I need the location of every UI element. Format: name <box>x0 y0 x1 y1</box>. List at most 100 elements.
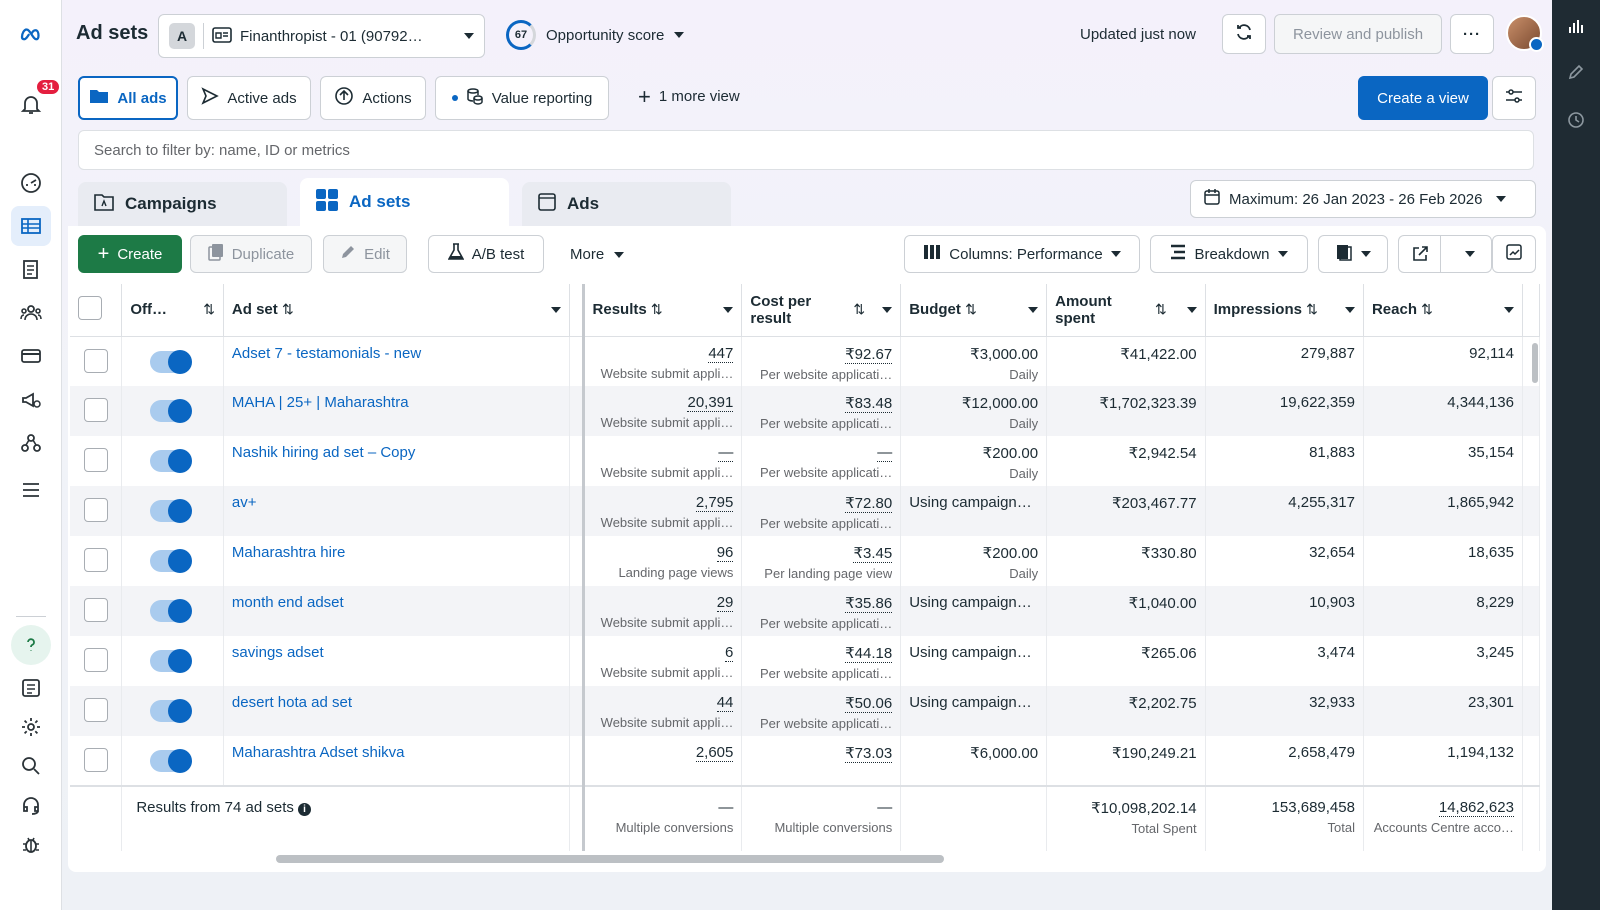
row-checkbox[interactable] <box>83 748 108 772</box>
row-status-toggle[interactable] <box>150 649 193 673</box>
table-row[interactable]: savings adset 6 Website submit appli… ₹44.1… <box>70 636 1540 686</box>
col-results[interactable]: Results ⇅ <box>583 284 743 337</box>
col-impressions[interactable]: Impressions ⇅ <box>1205 284 1364 337</box>
chevron-down-icon[interactable] <box>723 306 734 313</box>
adset-name-link[interactable]: av+ <box>232 494 257 511</box>
row-checkbox[interactable] <box>83 598 108 622</box>
audiences-icon[interactable] <box>11 293 51 333</box>
sort-icon[interactable]: ⇅ <box>651 301 663 317</box>
cpr-value[interactable]: ₹50.06 <box>845 695 893 713</box>
table-row[interactable]: Maharashtra Adset shikva 2,605 ₹73.03 ₹6,00… <box>70 736 1540 786</box>
adset-name-link[interactable]: Nashik hiring ad set – Copy <box>232 444 415 461</box>
vertical-scrollbar[interactable] <box>1532 343 1538 383</box>
settings-gear-icon[interactable] <box>11 707 51 747</box>
view-actions[interactable]: Actions <box>320 76 426 120</box>
menu-icon[interactable] <box>11 470 51 510</box>
billing-card-icon[interactable] <box>11 336 51 376</box>
table-row[interactable]: desert hota ad set 44 Website submit appli… <box>70 686 1540 736</box>
results-value[interactable]: 96 <box>716 544 734 562</box>
cpr-value[interactable]: ₹44.18 <box>845 645 893 663</box>
create-button[interactable]: + Create <box>78 235 182 273</box>
adset-name-link[interactable]: desert hota ad set <box>232 694 352 711</box>
sort-icon[interactable]: ⇅ <box>1421 301 1433 317</box>
chevron-down-icon[interactable] <box>1186 306 1197 313</box>
adset-name-link[interactable]: Maharashtra hire <box>232 544 345 561</box>
breakdown-selector[interactable]: Breakdown <box>1150 235 1308 273</box>
cpr-value[interactable]: ₹83.48 <box>845 395 893 413</box>
row-status-toggle[interactable] <box>150 749 193 773</box>
chevron-down-icon[interactable] <box>1344 306 1355 313</box>
opportunity-score[interactable]: 67 Opportunity score <box>506 20 685 50</box>
reports-icon[interactable] <box>11 668 51 708</box>
ads-manager-table-icon[interactable] <box>11 206 51 246</box>
campaign-megaphone-icon[interactable] <box>11 380 51 420</box>
results-value[interactable]: 6 <box>725 644 734 662</box>
results-value[interactable]: 2,795 <box>695 494 734 512</box>
results-value[interactable]: — <box>718 444 734 462</box>
pages-icon[interactable] <box>11 250 51 290</box>
account-selector[interactable]: A Finanthropist - 01 (90792… <box>158 14 485 58</box>
row-checkbox[interactable] <box>83 448 108 472</box>
reports-dropdown-button[interactable] <box>1318 235 1388 273</box>
refresh-button[interactable] <box>1222 14 1266 54</box>
col-off[interactable]: Off… ⇅ <box>121 284 224 337</box>
col-budget[interactable]: Budget ⇅ <box>900 284 1048 337</box>
review-publish-button[interactable]: Review and publish <box>1274 14 1442 54</box>
adset-name-link[interactable]: savings adset <box>232 644 324 661</box>
create-view-button[interactable]: Create a view <box>1358 76 1488 120</box>
sort-icon[interactable]: ⇅ <box>1306 301 1318 317</box>
view-value-reporting[interactable]: Value reporting <box>435 76 609 120</box>
info-icon[interactable]: i <box>298 803 312 816</box>
search-icon[interactable] <box>11 746 51 786</box>
more-view-button[interactable]: + 1 more view <box>638 85 740 107</box>
meta-logo-icon[interactable] <box>11 14 51 54</box>
results-value[interactable]: 44 <box>716 694 734 712</box>
freeze-divider[interactable] <box>569 284 585 337</box>
row-checkbox[interactable] <box>83 498 108 522</box>
export-button[interactable] <box>1398 235 1492 273</box>
dashboard-gauge-icon[interactable] <box>11 163 51 203</box>
ab-test-button[interactable]: A/B test <box>428 235 544 273</box>
horizontal-scrollbar[interactable] <box>276 855 944 863</box>
cpr-value[interactable]: ₹72.80 <box>845 495 893 513</box>
row-status-toggle[interactable] <box>150 349 193 374</box>
chart-view-button[interactable] <box>1492 235 1536 273</box>
cpr-value[interactable]: ₹92.67 <box>845 345 893 364</box>
cpr-value[interactable]: — <box>877 444 893 462</box>
sort-icon[interactable]: ⇅ <box>965 301 977 317</box>
row-status-toggle[interactable] <box>150 499 193 523</box>
user-avatar[interactable] <box>1506 15 1544 52</box>
adset-name-link[interactable]: MAHA | 25+ | Maharashtra <box>232 394 409 411</box>
more-options-button[interactable]: ··· <box>1450 14 1494 54</box>
row-checkbox[interactable] <box>83 548 108 572</box>
tab-campaigns[interactable]: Campaigns <box>78 182 287 226</box>
view-active-ads[interactable]: Active ads <box>187 76 311 120</box>
results-value[interactable]: 20,391 <box>687 394 734 412</box>
results-value[interactable]: 447 <box>708 344 734 363</box>
chevron-down-icon[interactable] <box>550 306 561 313</box>
support-headset-icon[interactable] <box>11 785 51 825</box>
cpr-value[interactable]: ₹35.86 <box>845 595 893 613</box>
select-all-checkbox[interactable] <box>78 295 102 320</box>
table-row[interactable]: av+ 2,795 Website submit appli… ₹72.80 Per w… <box>70 486 1540 536</box>
pencil-icon[interactable] <box>1564 60 1588 84</box>
col-adset[interactable]: Ad set ⇅ <box>223 284 570 337</box>
table-row[interactable]: month end adset 29 Website submit appli… ₹3… <box>70 586 1540 636</box>
view-all-ads[interactable]: All ads <box>78 76 178 120</box>
col-cost-per-result[interactable]: Cost per result ⇅ <box>741 284 902 337</box>
adset-name-link[interactable]: month end adset <box>232 594 344 611</box>
row-status-toggle[interactable] <box>150 399 193 423</box>
notifications-bell-icon[interactable]: 31 <box>11 78 62 124</box>
table-row[interactable]: Adset 7 - testamonials - new 447 Website s… <box>70 336 1540 386</box>
adset-name-link[interactable]: Adset 7 - testamonials - new <box>232 345 421 362</box>
duplicate-button[interactable]: Duplicate <box>190 235 312 273</box>
cpr-value[interactable]: ₹73.03 <box>845 745 893 763</box>
sort-icon[interactable]: ⇅ <box>282 301 294 317</box>
results-value[interactable]: 2,605 <box>695 744 734 762</box>
chevron-down-icon[interactable] <box>1028 306 1039 313</box>
sort-icon[interactable]: ⇅ <box>1155 301 1167 318</box>
help-icon[interactable] <box>11 625 51 665</box>
tab-adsets[interactable]: Ad sets <box>300 178 509 226</box>
bar-chart-icon[interactable] <box>1564 14 1588 38</box>
more-actions-button[interactable]: More <box>570 246 625 263</box>
